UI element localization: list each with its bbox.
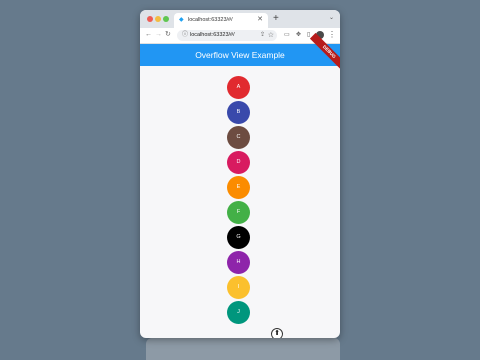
menu-kebab-icon[interactable]: ⋮: [328, 30, 336, 40]
circle-item: C: [227, 126, 250, 149]
tab-strip: ◆ localhost:63323/#/ ✕ + ⌄: [140, 10, 340, 28]
backdrop-panel: [146, 338, 340, 360]
circle-item: B: [227, 101, 250, 124]
app-title: Overflow View Example: [195, 50, 285, 60]
up-arrow-icon[interactable]: ⬆: [271, 328, 283, 338]
circle-item: E: [227, 176, 250, 199]
browser-toolbar: ← → ↻ ⓘ localhost:63323/#/ ⇪ ☆ ▭ ✥ ▯ ⋮: [140, 28, 340, 44]
circle-item: I: [227, 276, 250, 299]
circle-item: F: [227, 201, 250, 224]
circle-item: A: [227, 76, 250, 99]
address-url[interactable]: localhost:63323/#/: [190, 32, 235, 39]
close-window-button[interactable]: [147, 16, 153, 22]
app-bar: Overflow View Example DEBUG: [140, 32, 340, 72]
circle-item: D: [227, 151, 250, 174]
circle-list: ABCDEFGHIJ: [227, 76, 251, 326]
minimize-window-button[interactable]: [155, 16, 161, 22]
maximize-window-button[interactable]: [163, 16, 169, 22]
back-arrow-icon[interactable]: ←: [145, 30, 152, 40]
flutter-favicon-icon: ◆: [179, 17, 184, 23]
bookmark-star-icon[interactable]: ☆: [268, 31, 274, 40]
tab-close-icon[interactable]: ✕: [257, 16, 263, 24]
forward-arrow-icon[interactable]: →: [155, 30, 162, 40]
share-icon[interactable]: ⇪: [260, 32, 265, 39]
extension-icon[interactable]: ▭: [284, 31, 290, 40]
reload-icon[interactable]: ↻: [165, 30, 171, 40]
circle-item: J: [227, 301, 250, 324]
browser-window: ◆ localhost:63323/#/ ✕ + ⌄ ← → ↻ ⓘ local…: [140, 10, 340, 338]
site-info-icon[interactable]: ⓘ: [182, 32, 188, 39]
new-tab-button[interactable]: +: [273, 12, 279, 26]
tab-search-chevron-icon[interactable]: ⌄: [329, 14, 334, 21]
circle-item: H: [227, 251, 250, 274]
puzzle-icon[interactable]: ✥: [296, 31, 301, 40]
address-bar[interactable]: ⓘ localhost:63323/#/ ⇪ ☆: [177, 30, 277, 41]
circle-item: G: [227, 226, 250, 249]
tab-title: localhost:63323/#/: [188, 17, 233, 23]
browser-tab[interactable]: ◆ localhost:63323/#/ ✕: [174, 13, 268, 28]
